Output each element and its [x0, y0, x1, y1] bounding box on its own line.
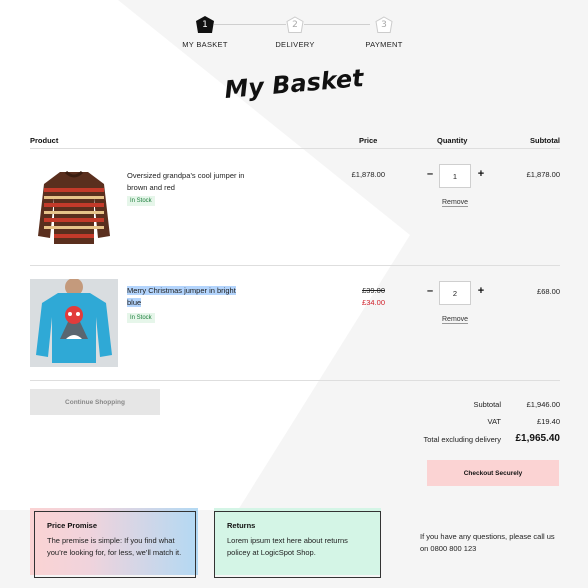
basket-row: Oversized grandpa’s cool jumper in brown…	[30, 164, 560, 254]
price-promise-card: Price Promise The premise is simple: If …	[34, 511, 196, 578]
stock-badge: In Stock	[127, 313, 155, 323]
remove-link[interactable]: Remove	[442, 316, 469, 324]
quantity-input[interactable]	[439, 281, 471, 305]
total-label: Total excluding delivery	[423, 435, 501, 444]
product-image-blue-christmas-sweater[interactable]	[30, 279, 118, 367]
card-text: Lorem ipsum text here about returns poli…	[227, 536, 348, 557]
step-badge: 1	[196, 16, 214, 34]
product-price: £1,878.00	[351, 170, 385, 179]
checkout-button[interactable]: Checkout Securely	[427, 460, 559, 486]
sale-price: £34.00	[362, 298, 385, 307]
stock-badge: In Stock	[127, 196, 155, 206]
step-label: MY BASKET	[182, 40, 228, 49]
header-price: Price	[359, 136, 378, 145]
card-title: Returns	[227, 521, 256, 530]
continue-shopping-button[interactable]: Continue Shopping	[30, 389, 160, 415]
subtotal-value: £1,946.00	[526, 400, 560, 409]
step-label: PAYMENT	[365, 40, 403, 49]
vat-label: VAT	[487, 417, 501, 426]
sweater-image	[30, 164, 118, 252]
total-value: £1,965.40	[515, 433, 561, 444]
header-quantity: Quantity	[437, 136, 468, 145]
product-name-text: Merry Christmas jumper in bright blue	[127, 286, 236, 307]
card-text: The premise is simple: If you find what …	[47, 536, 182, 557]
row-subtotal: £1,878.00	[526, 170, 560, 179]
step-delivery[interactable]: 2 DELIVERY	[250, 16, 340, 49]
returns-card: Returns Lorem ipsum text here about retu…	[214, 511, 381, 578]
decrease-quantity-button[interactable]: –	[425, 168, 435, 180]
step-label: DELIVERY	[275, 40, 315, 49]
decrease-quantity-button[interactable]: –	[425, 285, 435, 297]
sweater-image	[30, 279, 118, 367]
product-name[interactable]: Merry Christmas jumper in bright blue	[127, 285, 245, 309]
divider	[30, 265, 560, 266]
basket-row: Merry Christmas jumper in bright blue In…	[30, 279, 560, 369]
step-my-basket[interactable]: 1 MY BASKET	[160, 16, 250, 49]
step-badge: 2	[286, 16, 304, 34]
remove-link[interactable]: Remove	[442, 199, 469, 207]
increase-quantity-button[interactable]: +	[476, 168, 486, 180]
row-subtotal: £68.00	[537, 287, 560, 296]
quantity-input[interactable]	[439, 164, 471, 188]
original-price: £39.00	[362, 286, 385, 295]
step-payment[interactable]: 3 PAYMENT	[339, 16, 429, 49]
header-product: Product	[30, 136, 59, 145]
card-title: Price Promise	[47, 521, 98, 530]
table-header: Product Price Quantity Subtotal	[30, 136, 560, 146]
header-subtotal: Subtotal	[530, 136, 560, 145]
product-image-brown-red-sweater[interactable]	[30, 164, 118, 252]
product-name[interactable]: Oversized grandpa’s cool jumper in brown…	[127, 170, 245, 194]
step-number: 3	[381, 20, 387, 30]
divider	[30, 380, 560, 381]
help-text: If you have any questions, please call u…	[420, 532, 555, 553]
step-number: 2	[292, 20, 298, 30]
step-badge: 3	[375, 16, 393, 34]
subtotal-label: Subtotal	[473, 400, 501, 409]
divider	[30, 148, 560, 149]
vat-value: £19.40	[537, 417, 560, 426]
step-number: 1	[202, 20, 208, 30]
page: { "steps": [ {"num": "1", "label": "MY B…	[0, 0, 588, 588]
increase-quantity-button[interactable]: +	[476, 285, 486, 297]
checkout-steps: 1 MY BASKET 2 DELIVERY 3 PAYMENT	[0, 14, 588, 54]
